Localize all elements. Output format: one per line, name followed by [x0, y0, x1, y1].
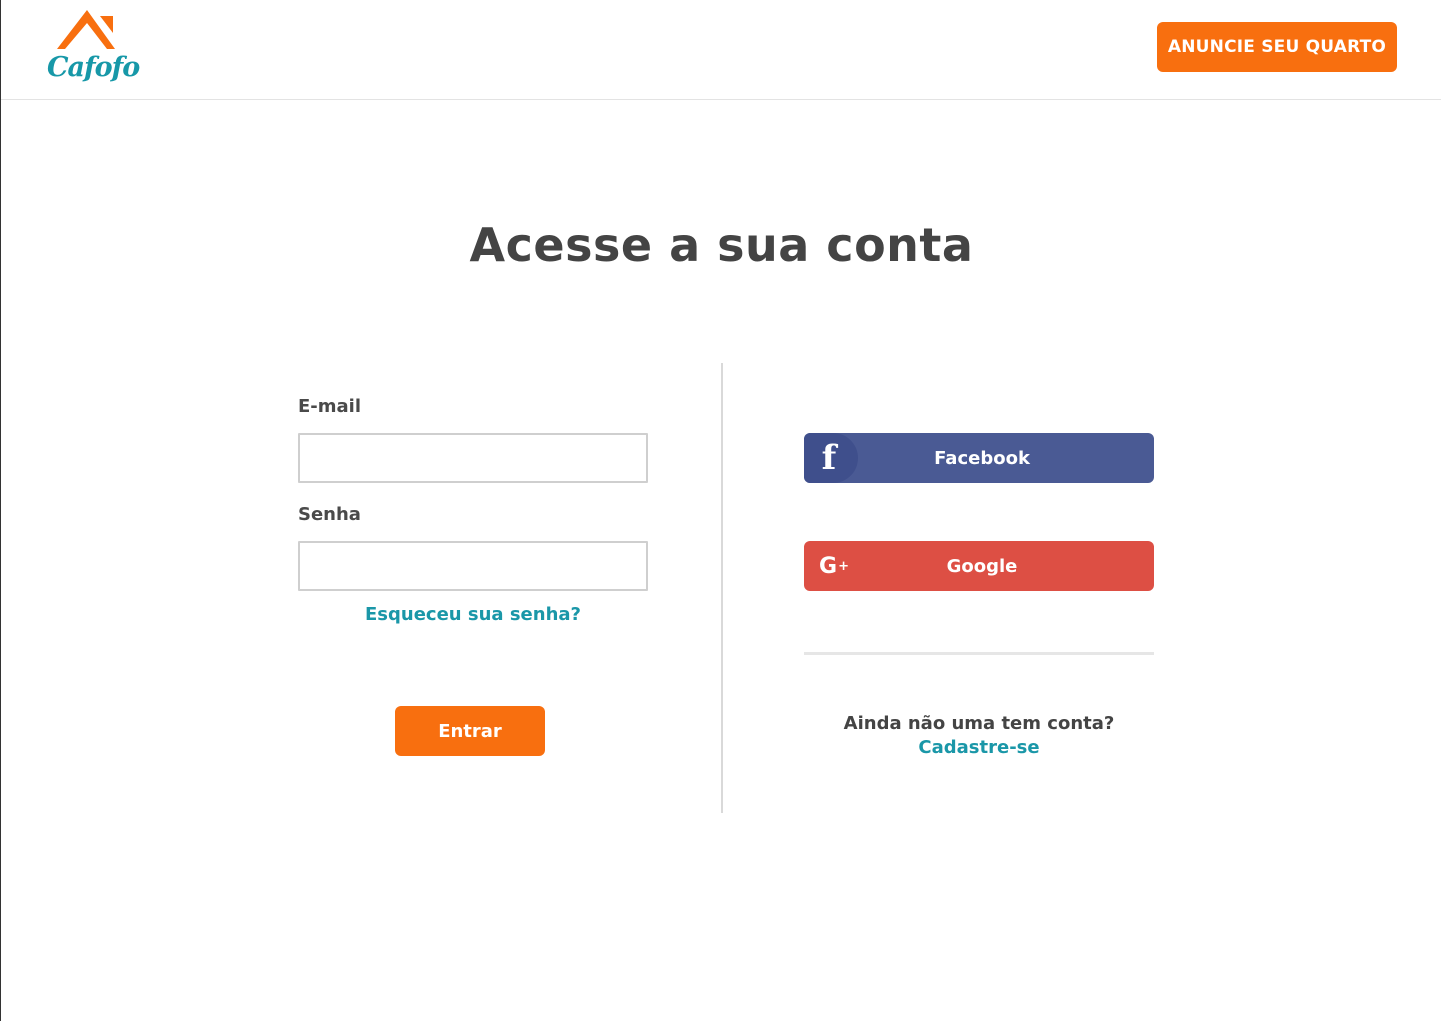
- email-field[interactable]: [298, 433, 648, 483]
- password-field[interactable]: [298, 541, 648, 591]
- logo-wordmark: Cafofo: [47, 52, 140, 83]
- login-submit-button[interactable]: Entrar: [395, 706, 545, 756]
- site-header: Cafofo ANUNCIE SEU QUARTO: [1, 0, 1441, 100]
- google-button-label: Google: [946, 555, 1018, 577]
- page-title: Acesse a sua conta: [469, 218, 974, 272]
- site-logo[interactable]: Cafofo: [41, 6, 140, 94]
- signup-prompt: Ainda não uma tem conta?: [843, 713, 1115, 734]
- login-page: Cafofo ANUNCIE SEU QUARTO Acesse a sua c…: [0, 0, 1441, 1021]
- password-label: Senha: [298, 504, 361, 525]
- social-divider: [804, 652, 1154, 655]
- forgot-password-link[interactable]: Esqueceu sua senha?: [298, 604, 648, 625]
- advertise-room-button[interactable]: ANUNCIE SEU QUARTO: [1157, 22, 1397, 72]
- facebook-login-button[interactable]: f Facebook: [804, 433, 1154, 483]
- email-label: E-mail: [298, 396, 362, 417]
- signup-link[interactable]: Cadastre-se: [804, 737, 1154, 758]
- column-divider: [721, 363, 723, 813]
- facebook-button-label: Facebook: [934, 447, 1030, 469]
- google-login-button[interactable]: G + Google: [804, 541, 1154, 591]
